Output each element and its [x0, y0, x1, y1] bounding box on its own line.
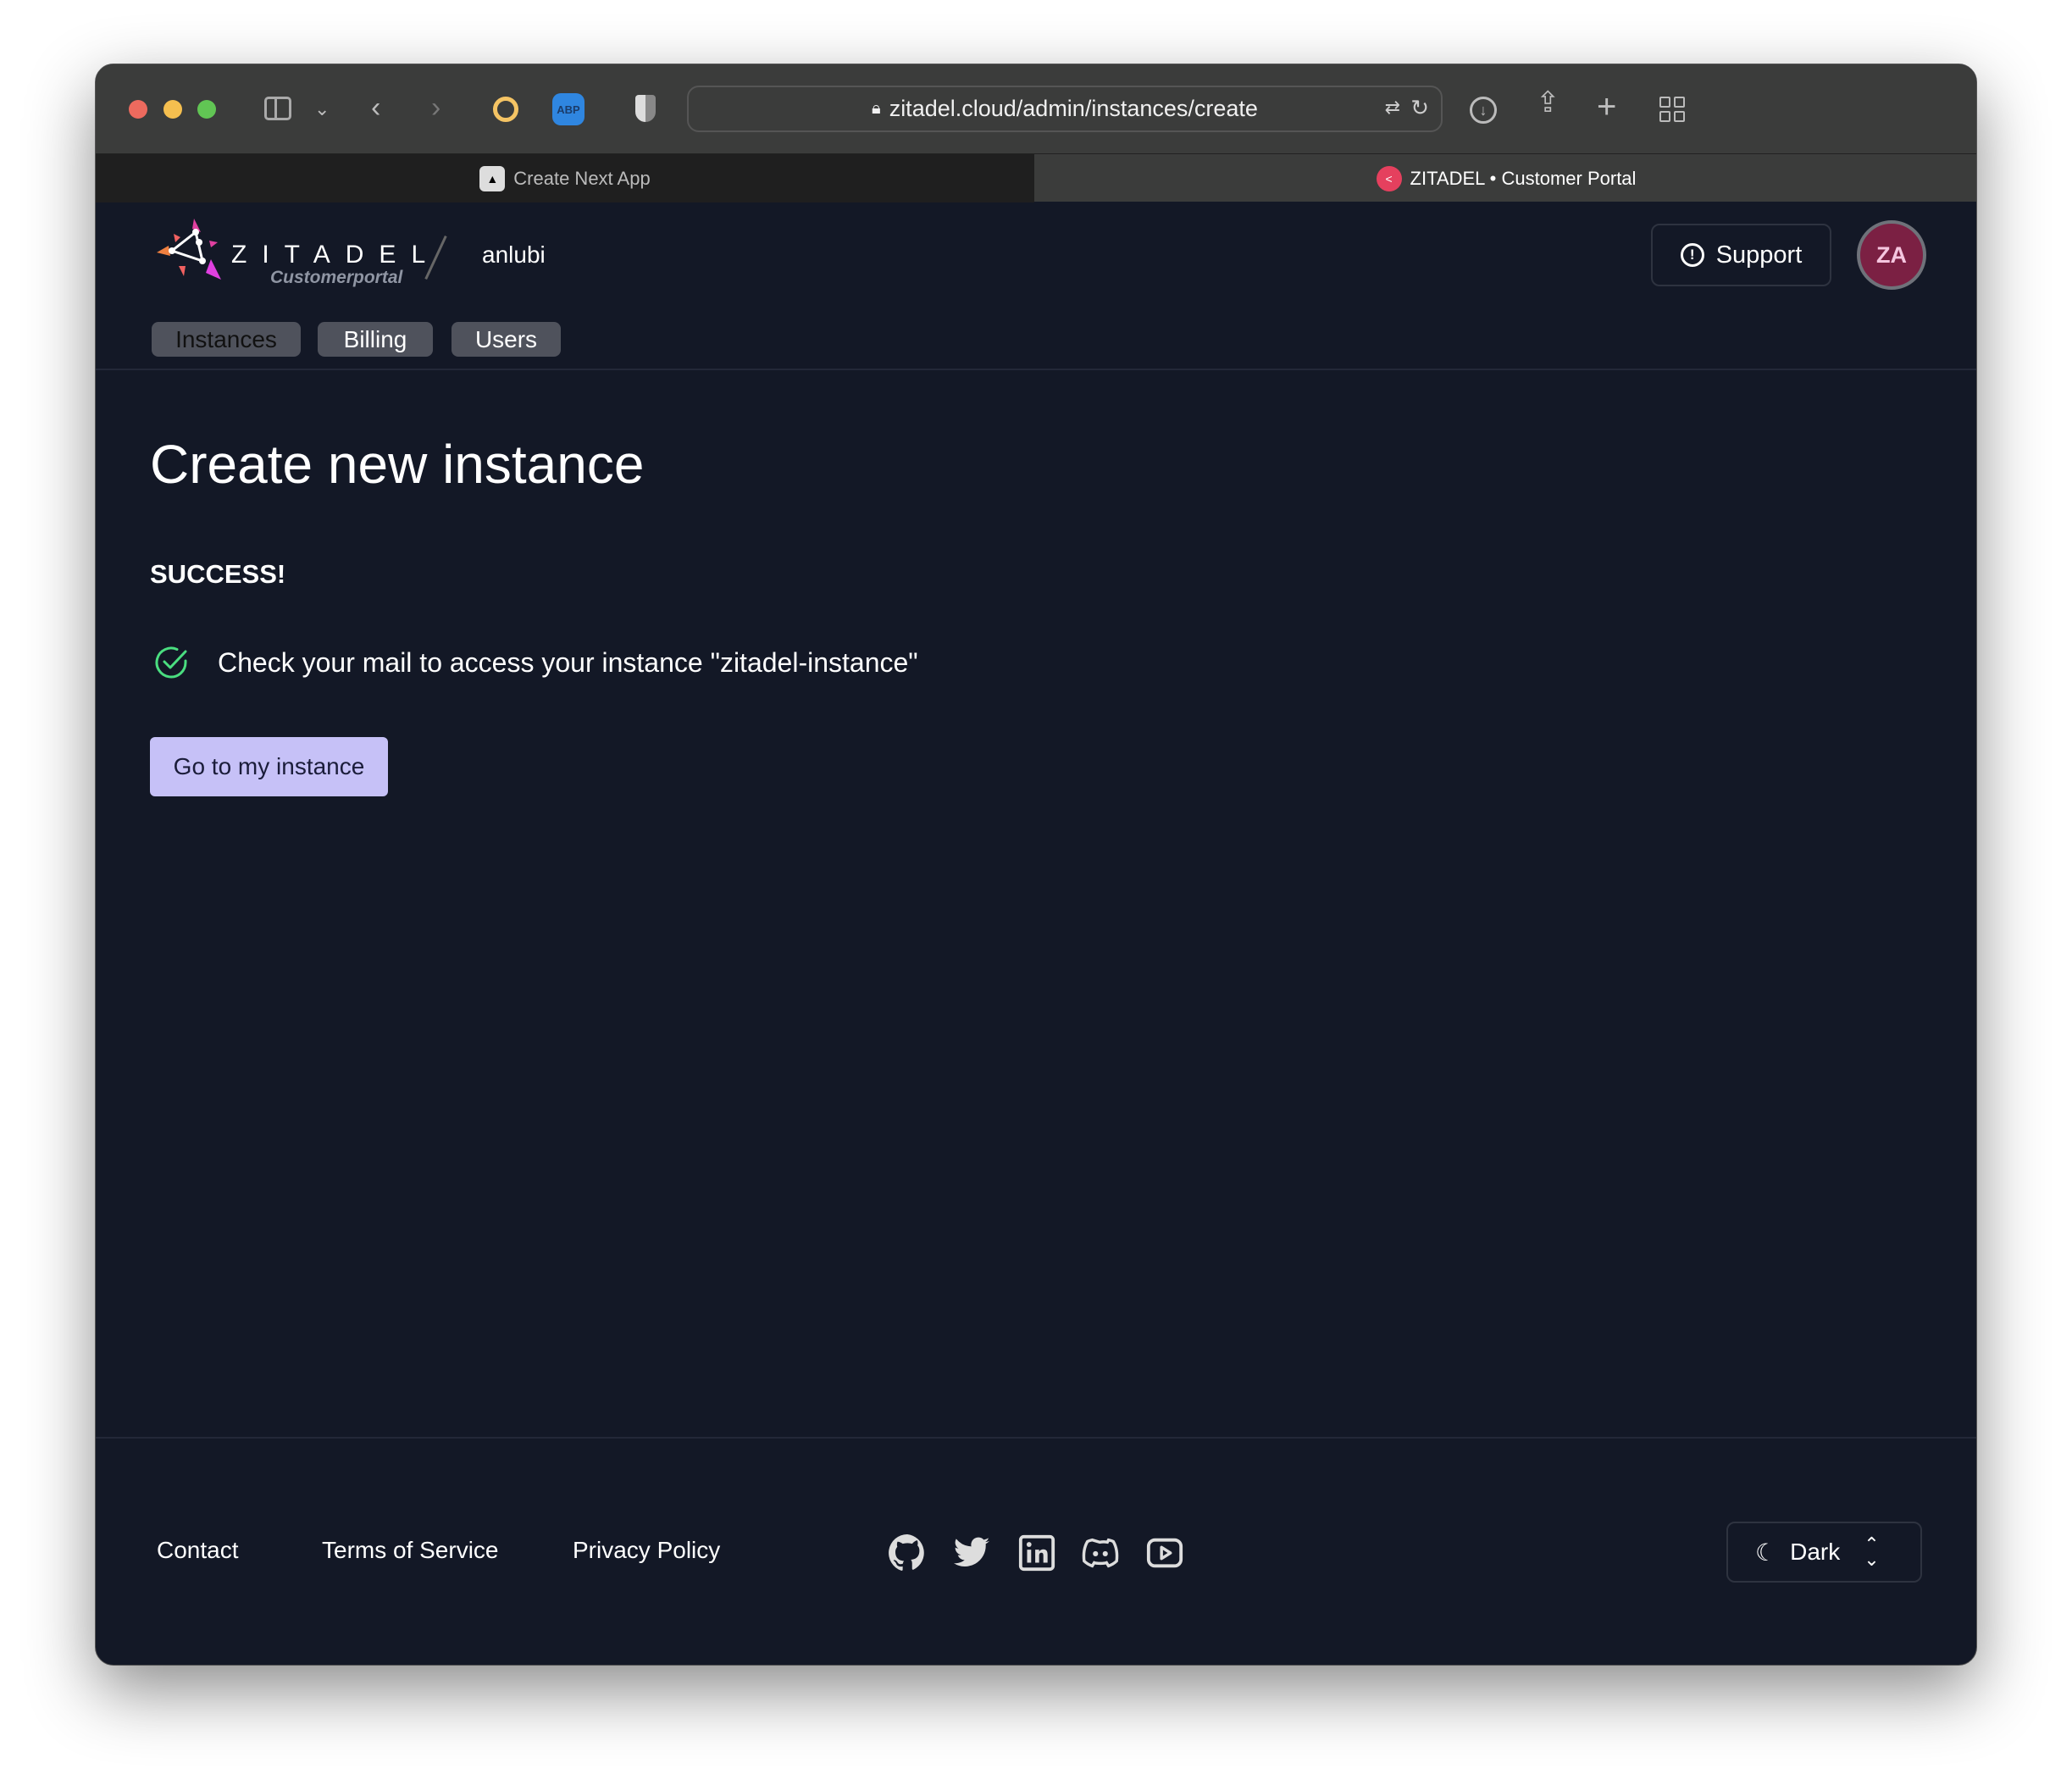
- nav-tab-instances[interactable]: Instances: [152, 322, 301, 357]
- user-avatar[interactable]: ZA: [1857, 220, 1926, 290]
- adblock-icon[interactable]: ABP: [552, 93, 584, 125]
- go-to-instance-button[interactable]: Go to my instance: [150, 737, 388, 796]
- moon-icon: ☾: [1755, 1539, 1777, 1566]
- zitadel-logo-icon: [155, 217, 223, 285]
- zitadel-favicon-icon: <: [1376, 165, 1402, 191]
- support-button[interactable]: ! Support: [1651, 224, 1831, 286]
- tab-label: ZITADEL • Customer Portal: [1410, 167, 1637, 189]
- tab-bar: ▲ Create Next App < ZITADEL • Customer P…: [96, 153, 1976, 202]
- chevron-down-icon[interactable]: ⌄: [314, 100, 330, 119]
- privacy-shield-icon[interactable]: [635, 95, 656, 122]
- theme-label: Dark: [1790, 1539, 1841, 1565]
- tab-label: Create Next App: [513, 167, 651, 189]
- back-icon[interactable]: ‹: [371, 93, 380, 122]
- support-label: Support: [1715, 241, 1803, 269]
- discord-icon[interactable]: [1081, 1533, 1120, 1572]
- header-divider: [96, 369, 1976, 370]
- youtube-icon[interactable]: [1145, 1533, 1184, 1572]
- footer-link-terms[interactable]: Terms of Service: [322, 1537, 499, 1564]
- status-heading: SUCCESS!: [150, 559, 286, 589]
- linkedin-icon[interactable]: [1017, 1533, 1056, 1572]
- footer-link-privacy[interactable]: Privacy Policy: [573, 1537, 720, 1564]
- github-icon[interactable]: [888, 1533, 927, 1572]
- check-circle-icon: [153, 645, 189, 680]
- theme-select[interactable]: ☾ Dark ⌃ ⌄: [1726, 1522, 1922, 1583]
- footer-link-contact[interactable]: Contact: [157, 1537, 239, 1564]
- address-bar[interactable]: 🔒︎ zitadel.cloud/admin/instances/create …: [687, 86, 1443, 132]
- alert-circle-icon: !: [1680, 243, 1704, 267]
- sidebar-toggle-icon[interactable]: [264, 97, 291, 120]
- org-name[interactable]: anlubi: [482, 241, 546, 269]
- minimize-window-button[interactable]: [163, 100, 182, 119]
- page-title: Create new instance: [150, 434, 645, 495]
- nav-tab-users[interactable]: Users: [452, 322, 561, 357]
- reload-icon[interactable]: ↻: [1410, 95, 1429, 121]
- share-icon[interactable]: ⇪: [1536, 88, 1560, 117]
- footer-divider: [96, 1437, 1976, 1439]
- nav-tab-billing[interactable]: Billing: [318, 322, 433, 357]
- browser-toolbar: ⌄ ‹ › ABP 🔒︎ zitadel.cloud/admin/instanc…: [96, 64, 1976, 153]
- tab-overview-icon[interactable]: [1659, 97, 1685, 122]
- forward-icon[interactable]: ›: [431, 93, 440, 122]
- logo-subtitle: Customerportal: [270, 268, 403, 287]
- success-message: Check your mail to access your instance …: [218, 647, 918, 678]
- browser-window: ⌄ ‹ › ABP 🔒︎ zitadel.cloud/admin/instanc…: [95, 64, 1977, 1666]
- download-icon[interactable]: ↓: [1470, 97, 1497, 124]
- extension-ring-icon[interactable]: [493, 97, 518, 122]
- nextjs-favicon-icon: ▲: [479, 165, 506, 191]
- twitter-icon[interactable]: [952, 1533, 991, 1572]
- new-tab-icon[interactable]: +: [1597, 90, 1616, 124]
- tab-zitadel-portal[interactable]: < ZITADEL • Customer Portal: [1034, 154, 1976, 202]
- tab-create-next-app[interactable]: ▲ Create Next App: [96, 154, 1034, 202]
- logo-wordmark: ZITADEL: [231, 241, 441, 269]
- close-window-button[interactable]: [129, 100, 147, 119]
- url-text: zitadel.cloud/admin/instances/create: [889, 96, 1258, 121]
- chevron-up-down-icon: ⌃ ⌄: [1864, 1533, 1880, 1570]
- translate-icon[interactable]: ⇄: [1385, 97, 1400, 119]
- lock-icon: 🔒︎: [872, 99, 881, 118]
- zoom-window-button[interactable]: [197, 100, 216, 119]
